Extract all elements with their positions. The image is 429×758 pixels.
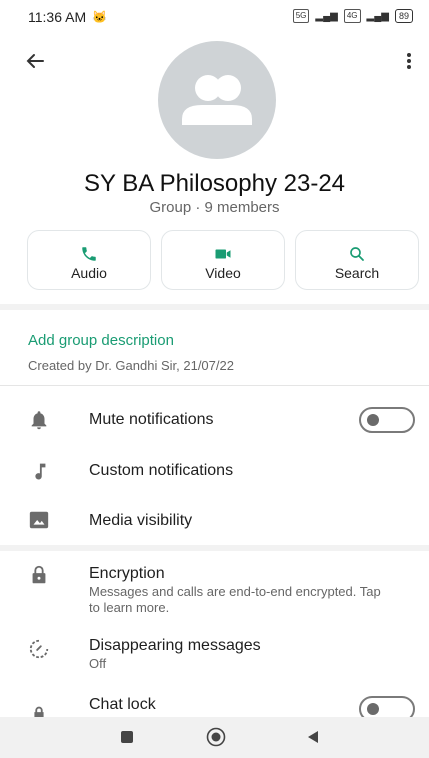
media-visibility-row[interactable]: Media visibility — [0, 498, 429, 544]
section-divider — [0, 304, 429, 310]
signal-sim2-icon: 4G — [343, 9, 361, 23]
recent-apps-button[interactable] — [121, 731, 133, 743]
phone-icon — [82, 247, 96, 261]
group-name: SY BA Philosophy 23-24 — [83, 170, 346, 197]
mute-notifications-label: Mute notifications — [89, 411, 214, 428]
created-by-text: Created by Dr. Gandhi Sir, 21/07/22 — [28, 358, 234, 373]
disappearing-messages-label: Disappearing messages — [89, 637, 261, 654]
media-visibility-label: Media visibility — [89, 512, 193, 529]
custom-notifications-label: Custom notifications — [89, 462, 234, 479]
mute-notifications-row[interactable]: Mute notifications — [0, 398, 429, 444]
encryption-row[interactable]: Encryption Messages and calls are end-to… — [0, 556, 429, 622]
toggle-knob — [367, 414, 379, 426]
group-icon — [182, 75, 252, 125]
back-nav-button[interactable] — [306, 730, 320, 744]
search-icon — [350, 247, 364, 261]
music-note-icon — [35, 463, 46, 480]
search-button[interactable]: Search — [295, 230, 419, 290]
toggle-knob — [367, 703, 379, 715]
battery-icon: 89 — [394, 9, 413, 23]
section-divider — [0, 545, 429, 551]
status-time: 11:36 AM — [28, 9, 87, 25]
signal-sim1-icon: 5G — [292, 9, 310, 23]
signal-bars-icon: ▂▄▆ — [366, 10, 389, 22]
custom-notifications-row[interactable]: Custom notifications — [0, 448, 429, 494]
section-divider — [0, 385, 429, 386]
video-call-button[interactable]: Video — [161, 230, 285, 290]
image-icon — [29, 511, 49, 529]
group-avatar[interactable] — [158, 41, 276, 159]
home-button[interactable] — [206, 727, 226, 747]
signal-bars-icon: ▂▄▆ — [315, 10, 338, 22]
arrow-left-icon — [26, 54, 44, 68]
encryption-description: Messages and calls are end-to-end encryp… — [89, 584, 381, 615]
video-icon — [215, 249, 231, 259]
mute-notifications-toggle[interactable] — [359, 407, 415, 433]
search-label: Search — [334, 265, 380, 281]
more-options-button[interactable] — [399, 48, 419, 74]
disappearing-messages-status: Off — [89, 656, 107, 671]
status-bar: 11:36 AM 🐱 5G ▂▄▆ 4G ▂▄▆ 89 — [0, 0, 429, 34]
back-button[interactable] — [22, 48, 48, 74]
bell-icon — [31, 411, 47, 430]
audio-label: Audio — [71, 265, 107, 281]
encryption-label: Encryption — [89, 565, 165, 582]
system-navigation-bar — [0, 717, 429, 758]
audio-call-button[interactable]: Audio — [27, 230, 151, 290]
lock-icon — [32, 565, 46, 584]
timer-icon — [29, 639, 49, 659]
group-meta: Group · 9 members — [149, 199, 280, 216]
more-vert-icon — [407, 53, 411, 69]
video-label: Video — [205, 265, 241, 281]
chat-lock-label: Chat lock — [89, 696, 156, 713]
disappearing-messages-row[interactable]: Disappearing messages Off — [0, 628, 429, 678]
notification-icon: 🐱 — [92, 10, 107, 24]
status-indicators: 5G ▂▄▆ 4G ▂▄▆ 89 — [292, 9, 413, 23]
chat-lock-row[interactable]: Chat lock — [0, 690, 429, 722]
add-group-description-link[interactable]: Add group description — [28, 332, 174, 349]
